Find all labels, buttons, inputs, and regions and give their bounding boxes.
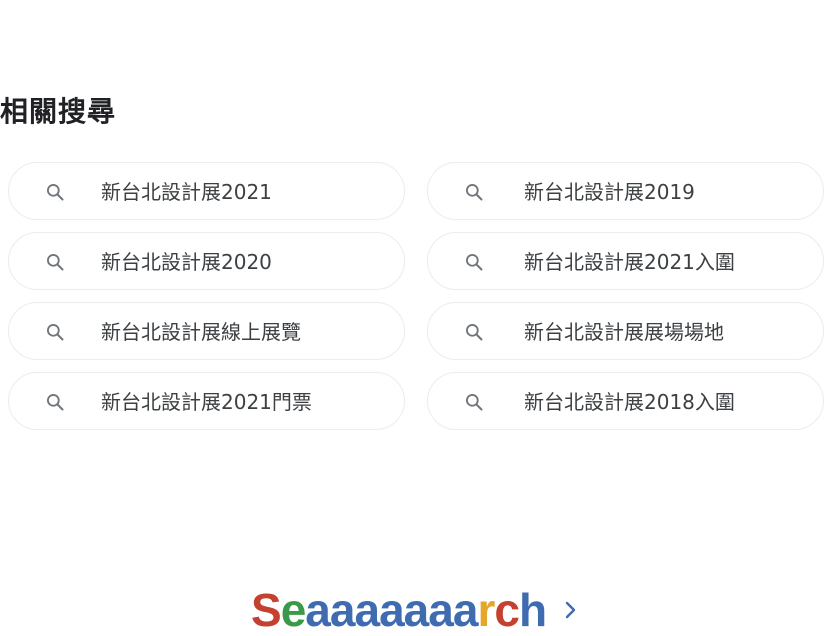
related-search-item[interactable]: 新台北設計展2019: [427, 162, 824, 220]
related-search-label: 新台北設計展2020: [101, 250, 272, 274]
logo-letter: a: [428, 584, 454, 636]
logo-letter: h: [518, 584, 547, 636]
search-logo[interactable]: Seaaaaaaarch: [251, 584, 547, 636]
logo-letter: a: [379, 584, 405, 636]
search-icon: [47, 253, 64, 271]
related-search-item[interactable]: 新台北設計展2021入圍: [427, 232, 824, 290]
logo-letter: e: [280, 584, 307, 636]
related-search-label: 新台北設計展展場場地: [524, 320, 724, 344]
logo-letter: a: [354, 584, 380, 636]
related-search-item[interactable]: 新台北設計展2021: [8, 162, 405, 220]
related-search-label: 新台北設計展線上展覽: [101, 320, 301, 344]
search-icon: [466, 394, 483, 411]
related-search-item[interactable]: 新台北設計展2018入圍: [427, 372, 824, 430]
related-search-label: 新台北設計展2021: [101, 180, 272, 204]
logo-letter: c: [494, 584, 520, 636]
related-search-label: 新台北設計展2021入圍: [524, 250, 735, 274]
related-search-item[interactable]: 新台北設計展線上展覽: [8, 302, 405, 360]
search-icon: [47, 184, 64, 201]
logo-letter: r: [477, 584, 495, 636]
logo-letter: a: [403, 584, 430, 636]
related-searches-title: 相關搜尋: [0, 95, 117, 128]
search-icon: [466, 324, 483, 341]
related-search-item[interactable]: 新台北設計展展場場地: [427, 302, 824, 360]
chevron-right-icon[interactable]: [564, 600, 578, 620]
search-icon: [47, 324, 64, 341]
search-icon: [47, 394, 64, 411]
logo-letter: S: [251, 584, 282, 636]
search-icon: [466, 253, 483, 271]
related-search-label: 新台北設計展2018入圍: [524, 390, 735, 414]
search-icon: [466, 184, 483, 201]
next-page-link[interactable]: Seaaaaaaarch: [251, 585, 578, 635]
related-search-label: 新台北設計展2019: [524, 180, 695, 204]
logo-letter: a: [329, 584, 356, 636]
logo-letter: a: [305, 584, 331, 636]
logo-letter: a: [452, 584, 479, 636]
related-search-label: 新台北設計展2021門票: [101, 390, 312, 414]
related-search-item[interactable]: 新台北設計展2020: [8, 232, 405, 290]
related-search-item[interactable]: 新台北設計展2021門票: [8, 372, 405, 430]
